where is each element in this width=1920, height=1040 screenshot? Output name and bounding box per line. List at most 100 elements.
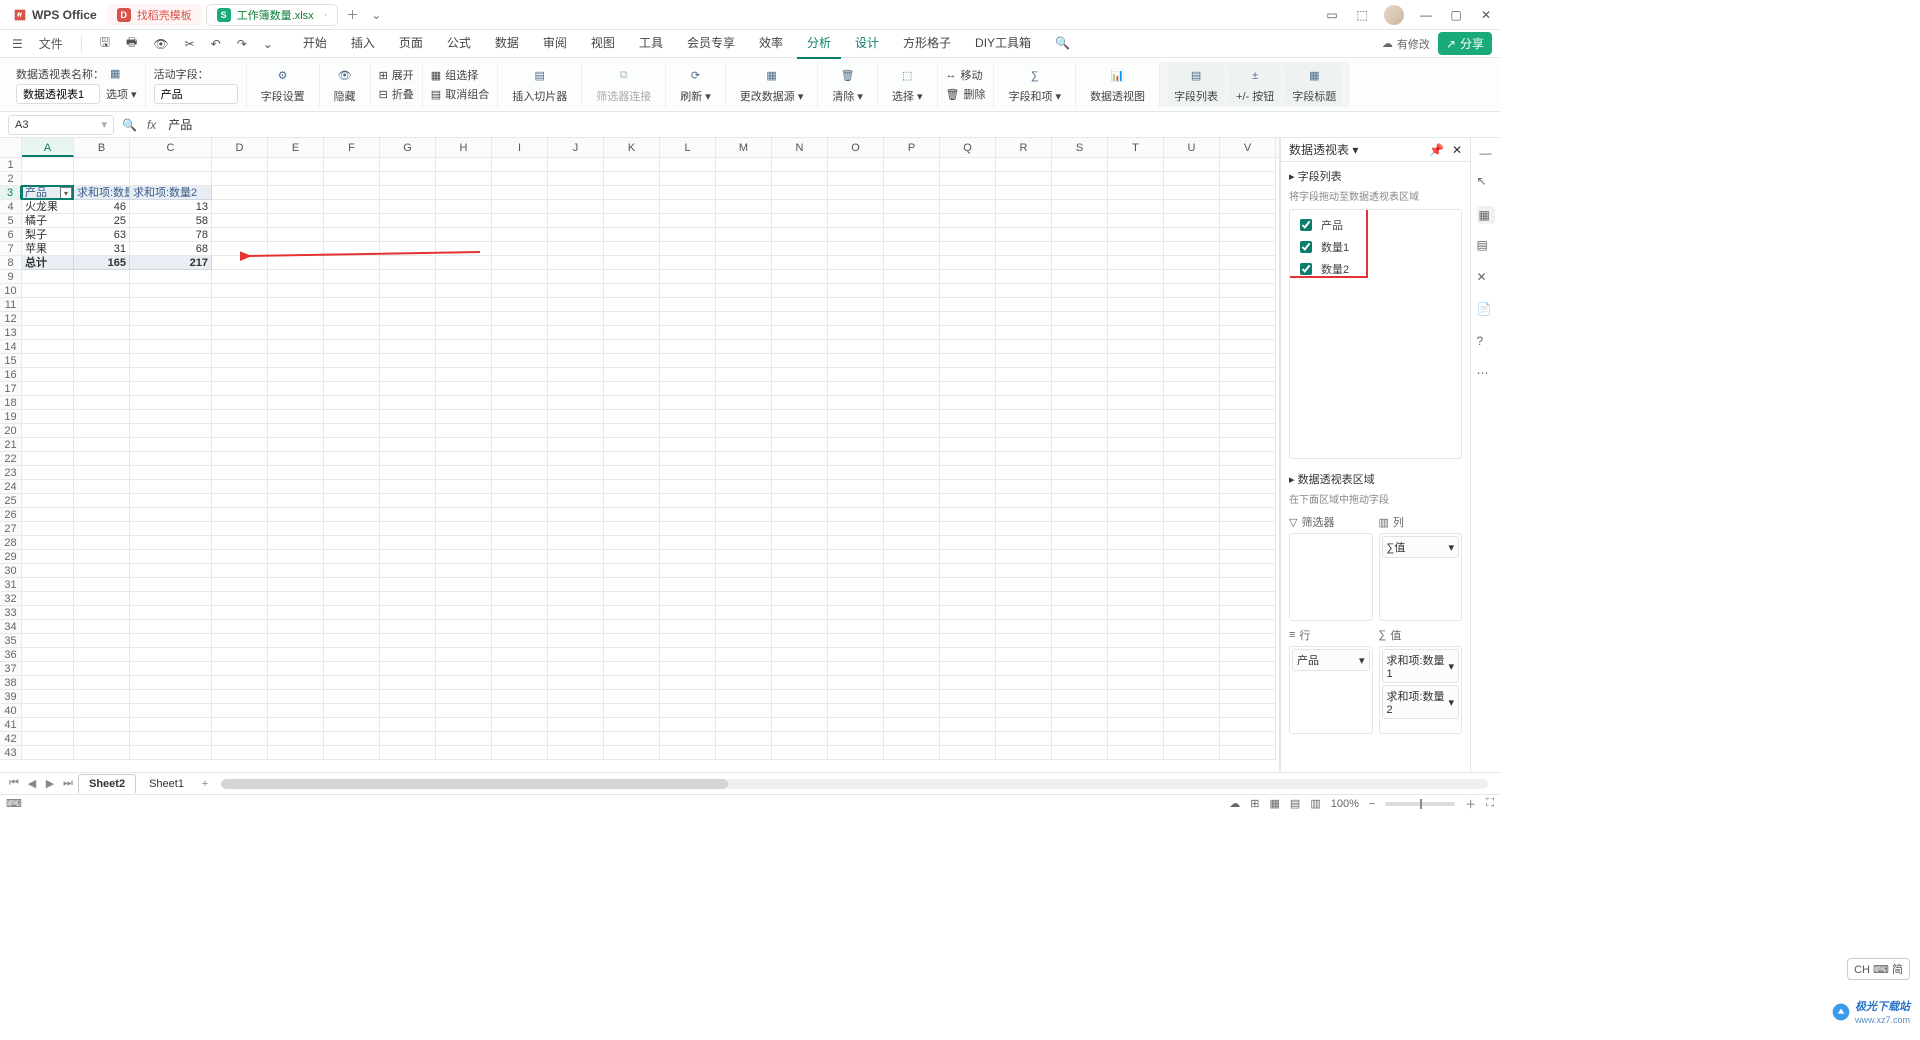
cell[interactable]	[940, 298, 996, 312]
cell[interactable]	[996, 592, 1052, 606]
cell[interactable]	[716, 704, 772, 718]
cell[interactable]	[212, 536, 268, 550]
cell[interactable]	[74, 466, 130, 480]
field-item[interactable]: 数量1	[1294, 236, 1457, 258]
cell[interactable]	[268, 256, 324, 270]
val-area-item[interactable]: 求和项:数量1▾	[1382, 649, 1460, 683]
cell[interactable]	[324, 704, 380, 718]
cell[interactable]	[1108, 634, 1164, 648]
cell[interactable]	[268, 634, 324, 648]
row-header[interactable]: 23	[0, 466, 22, 480]
zoom-value[interactable]: 100%	[1331, 798, 1359, 810]
cell[interactable]	[1164, 578, 1220, 592]
cell[interactable]	[380, 620, 436, 634]
cell[interactable]	[492, 452, 548, 466]
cell[interactable]	[74, 354, 130, 368]
cell[interactable]	[716, 662, 772, 676]
cell[interactable]	[268, 746, 324, 760]
view-break-icon[interactable]: ▥	[1310, 797, 1320, 810]
link-icon[interactable]: ✕	[1477, 270, 1495, 288]
cell[interactable]	[828, 536, 884, 550]
cell[interactable]	[1108, 172, 1164, 186]
cell[interactable]	[74, 270, 130, 284]
cell[interactable]	[1052, 704, 1108, 718]
cell[interactable]	[380, 480, 436, 494]
cell[interactable]	[74, 578, 130, 592]
cell[interactable]	[772, 298, 828, 312]
cell[interactable]	[1220, 270, 1276, 284]
cell[interactable]	[492, 480, 548, 494]
cell[interactable]	[884, 634, 940, 648]
row-header[interactable]: 37	[0, 662, 22, 676]
cell[interactable]	[1220, 186, 1276, 200]
cell[interactable]	[884, 424, 940, 438]
row-header[interactable]: 15	[0, 354, 22, 368]
cell[interactable]	[660, 620, 716, 634]
cell[interactable]	[996, 508, 1052, 522]
cell[interactable]	[604, 396, 660, 410]
cell[interactable]	[1052, 662, 1108, 676]
cell[interactable]	[1052, 452, 1108, 466]
cell[interactable]	[996, 620, 1052, 634]
cell[interactable]	[1052, 326, 1108, 340]
cell[interactable]	[22, 578, 74, 592]
cell[interactable]	[604, 200, 660, 214]
cell[interactable]	[130, 718, 212, 732]
cell[interactable]	[22, 634, 74, 648]
cell[interactable]	[604, 326, 660, 340]
cell[interactable]	[1052, 550, 1108, 564]
cell[interactable]	[940, 312, 996, 326]
cell[interactable]	[492, 410, 548, 424]
cell[interactable]	[1220, 662, 1276, 676]
cell[interactable]	[74, 564, 130, 578]
row-header[interactable]: 13	[0, 326, 22, 340]
clear-button[interactable]: 🗑清除 ▾	[826, 64, 869, 106]
cell[interactable]	[828, 746, 884, 760]
cell[interactable]	[1052, 158, 1108, 172]
cell[interactable]	[324, 662, 380, 676]
col-header[interactable]: F	[324, 138, 380, 157]
cell[interactable]	[1108, 690, 1164, 704]
cell[interactable]	[828, 312, 884, 326]
col-header[interactable]: V	[1220, 138, 1276, 157]
add-tab-button[interactable]: ＋	[342, 5, 362, 25]
cell[interactable]	[548, 452, 604, 466]
tab-tools[interactable]: 工具	[629, 28, 673, 59]
cell[interactable]	[884, 690, 940, 704]
cell[interactable]	[1164, 312, 1220, 326]
cell[interactable]	[212, 424, 268, 438]
cell[interactable]	[1108, 592, 1164, 606]
cell[interactable]	[660, 662, 716, 676]
cell[interactable]	[996, 704, 1052, 718]
cell[interactable]	[716, 284, 772, 298]
cell[interactable]	[996, 578, 1052, 592]
cell[interactable]	[1052, 424, 1108, 438]
cell[interactable]	[660, 578, 716, 592]
cell[interactable]	[548, 536, 604, 550]
cell[interactable]	[828, 200, 884, 214]
cell[interactable]	[130, 494, 212, 508]
cell[interactable]	[268, 214, 324, 228]
cell[interactable]	[716, 648, 772, 662]
cell[interactable]	[436, 648, 492, 662]
cell[interactable]	[324, 732, 380, 746]
cell[interactable]	[492, 438, 548, 452]
cell[interactable]	[1108, 214, 1164, 228]
tab-formula[interactable]: 公式	[437, 28, 481, 59]
cell[interactable]	[548, 746, 604, 760]
cell[interactable]	[996, 326, 1052, 340]
row-header[interactable]: 21	[0, 438, 22, 452]
cell[interactable]	[1108, 452, 1164, 466]
cell[interactable]	[380, 340, 436, 354]
cell[interactable]	[268, 340, 324, 354]
cell[interactable]	[1164, 298, 1220, 312]
cell[interactable]	[1108, 186, 1164, 200]
cell[interactable]	[74, 620, 130, 634]
cell[interactable]	[828, 368, 884, 382]
cell[interactable]	[324, 368, 380, 382]
cell[interactable]	[324, 634, 380, 648]
cell[interactable]	[884, 662, 940, 676]
cell[interactable]	[716, 270, 772, 284]
cell[interactable]	[74, 690, 130, 704]
cell[interactable]	[1052, 382, 1108, 396]
